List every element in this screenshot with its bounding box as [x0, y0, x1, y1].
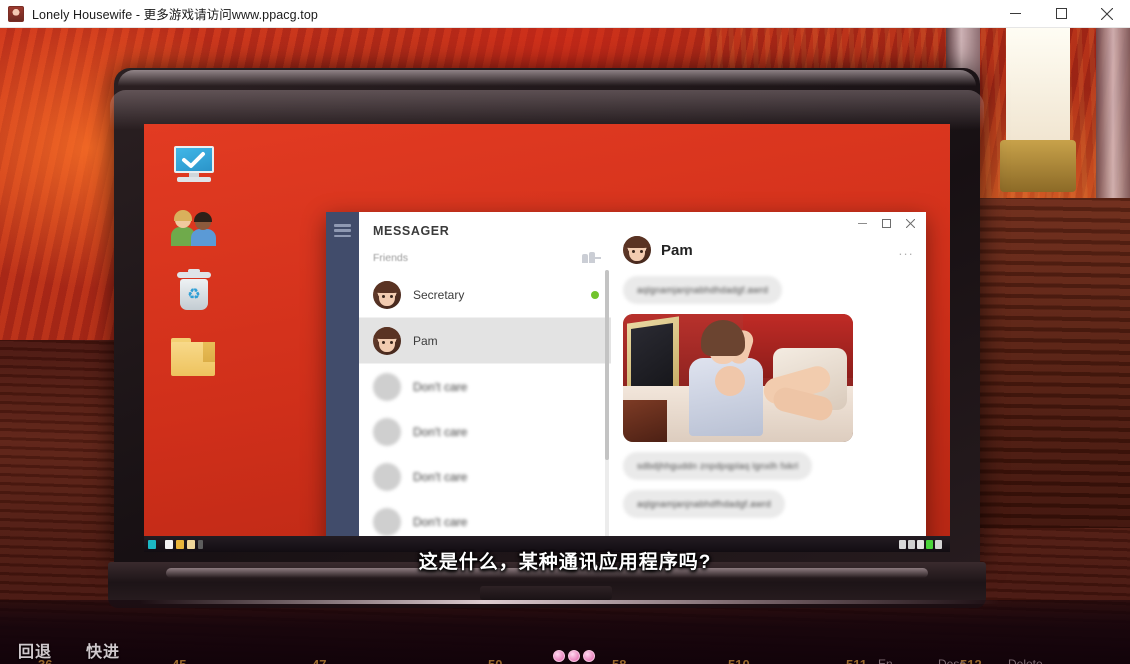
avatar	[623, 236, 651, 264]
desktop-icon-recycle-bin[interactable]: ♻	[166, 269, 222, 312]
people-icon	[171, 210, 217, 246]
game-number[interactable]: 45	[172, 657, 186, 664]
avatar	[373, 326, 401, 355]
minimize-icon[interactable]	[850, 213, 874, 233]
desktop-icon-folder[interactable]	[166, 338, 222, 376]
laptop-trackpad	[480, 586, 612, 600]
chat-panel: Pam ... aqlgnamjanjnabhdhdadgf.awrd sdbd…	[611, 212, 926, 552]
laptop: ♻ MESSAGER Friends Secretary Pam Don't c…	[108, 68, 986, 608]
contact-secretary[interactable]: Secretary	[359, 272, 611, 318]
game-word[interactable]: En	[878, 657, 893, 664]
chat-window-controls	[611, 212, 926, 234]
messenger-window: MESSAGER Friends Secretary Pam Don't car…	[326, 212, 926, 552]
message-bubble: sdbdjhhguddn znpdpqplaq lgnxlh fxkrl	[623, 452, 813, 480]
minimize-icon[interactable]	[992, 0, 1038, 28]
subtitle-text: 这是什么，某种通讯应用程序吗?	[418, 552, 712, 573]
game-bar-sheen	[140, 600, 1000, 604]
contact-name: Don't care	[413, 514, 468, 529]
contact-list-header: Friends	[359, 238, 611, 272]
screenshot-root: Lonely Housewife - 更多游戏请访问www.ppacg.top	[0, 0, 1130, 664]
chat-more-menu-icon[interactable]: ...	[899, 243, 914, 258]
close-icon[interactable]	[1084, 0, 1130, 28]
maximize-icon[interactable]	[1038, 0, 1084, 28]
avatar	[373, 280, 401, 309]
contact-placeholder[interactable]: Don't care	[359, 409, 611, 454]
recycle-bin-icon: ♻	[175, 269, 213, 312]
message-bubble: aqlgnamjanjnabhdhdadgf.awrd	[623, 276, 783, 304]
avatar	[373, 462, 401, 491]
monitor-check-icon	[172, 146, 216, 184]
desktop-icons: ♻	[166, 146, 230, 402]
message-image[interactable]	[623, 314, 853, 442]
messenger-title: MESSAGER	[373, 224, 450, 238]
message-list: aqlgnamjanjnabhdhdadgf.awrd sdbdjhhguddn…	[611, 272, 926, 552]
game-number[interactable]: 511	[846, 657, 867, 664]
window-controls	[992, 0, 1130, 28]
message-bubble: aqlgnamjanjnabhdfhdadgf.awrd	[623, 490, 785, 518]
avatar	[373, 372, 401, 401]
contact-placeholder[interactable]: Don't care	[359, 454, 611, 499]
folder-icon	[171, 338, 217, 376]
laptop-screen: ♻ MESSAGER Friends Secretary Pam Don't c…	[144, 124, 950, 552]
game-word[interactable]: Delete	[1008, 657, 1043, 664]
laptop-lid-shine	[118, 70, 976, 86]
friends-label: Friends	[373, 252, 409, 264]
contact-name: Secretary	[413, 287, 465, 302]
contact-name: Don't care	[413, 469, 468, 484]
game-number[interactable]: 36	[38, 657, 52, 664]
avatar	[373, 507, 401, 536]
online-status-dot	[591, 290, 599, 299]
close-icon[interactable]	[898, 213, 922, 233]
contact-list-scrollbar[interactable]	[605, 270, 609, 552]
messenger-contact-list: MESSAGER Friends Secretary Pam Don't car…	[359, 212, 611, 552]
desktop-icon-people[interactable]	[166, 210, 222, 246]
game-number[interactable]: 510	[728, 657, 750, 664]
contact-placeholder[interactable]: Don't care	[359, 364, 611, 409]
maximize-icon[interactable]	[874, 213, 898, 233]
game-bar-numbers: 36 45 47 50 58 510 511 512 En Desc Delet…	[0, 657, 1130, 664]
hamburger-menu-icon[interactable]	[334, 224, 351, 237]
scene-lamp	[1006, 28, 1070, 148]
app-icon	[8, 5, 24, 22]
contact-name: Pam	[413, 333, 438, 348]
window-title-bar: Lonely Housewife - 更多游戏请访问www.ppacg.top	[0, 0, 1130, 28]
messenger-rail	[326, 212, 359, 552]
game-number[interactable]: 58	[612, 657, 626, 664]
game-number[interactable]: 47	[312, 657, 326, 664]
avatar	[373, 417, 401, 446]
contact-pam[interactable]: Pam	[359, 318, 611, 364]
contact-name: Don't care	[413, 424, 468, 439]
contact-name: Don't care	[413, 379, 468, 394]
chat-contact-name: Pam	[661, 241, 693, 259]
add-people-icon[interactable]	[581, 250, 601, 266]
chat-header: Pam ...	[611, 234, 926, 272]
desktop-icon-monitor[interactable]	[166, 146, 222, 184]
game-word[interactable]: Desc	[938, 657, 965, 664]
window-title: Lonely Housewife - 更多游戏请访问www.ppacg.top	[32, 8, 318, 22]
scene-lamp-base	[1000, 140, 1076, 192]
game-number[interactable]: 50	[488, 657, 502, 664]
